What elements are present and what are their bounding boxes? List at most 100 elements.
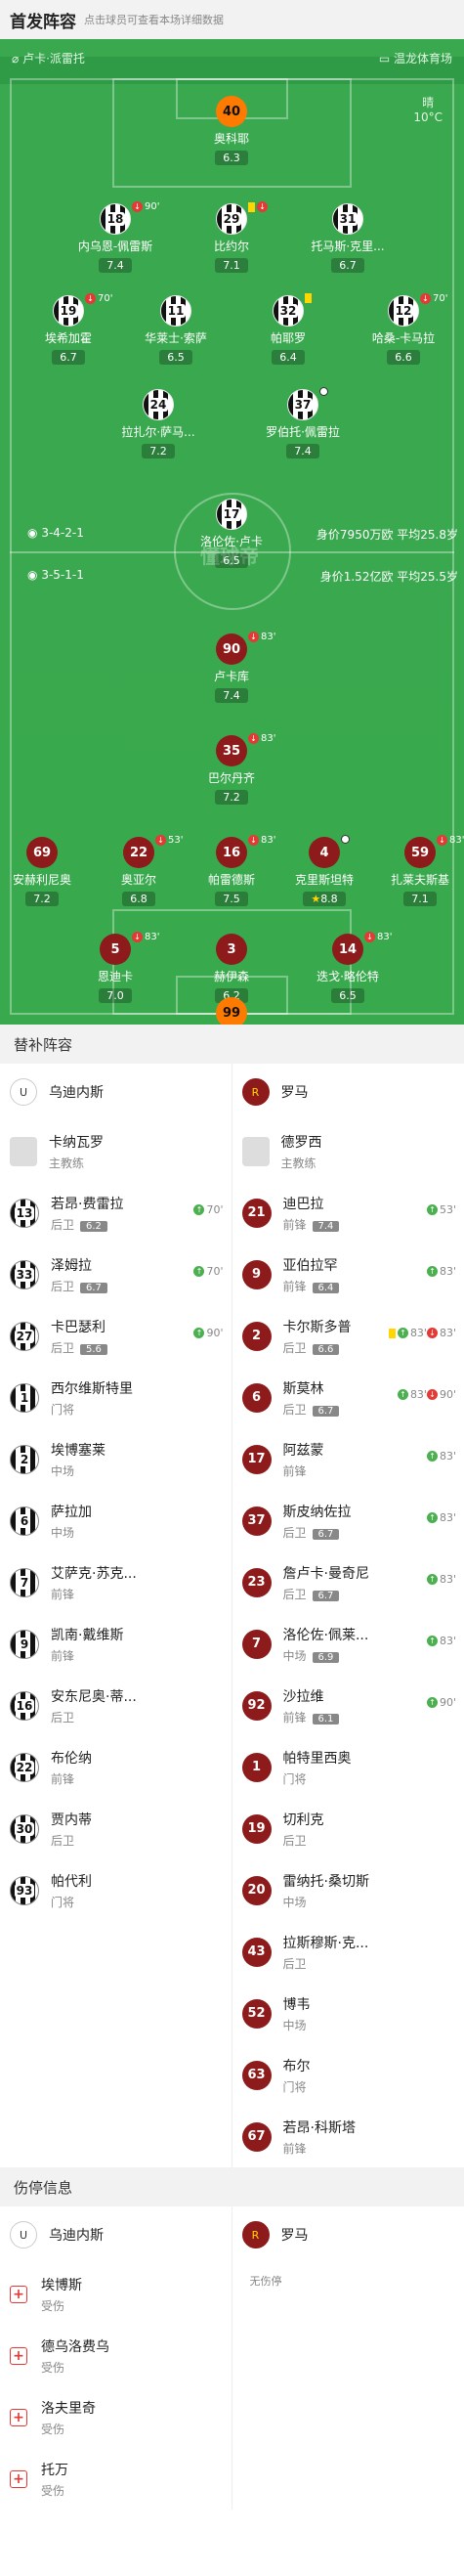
injury-row[interactable]: + 洛夫里奇 受伤 bbox=[0, 2386, 232, 2448]
player-away[interactable]: 16 ↓ 83' 帕雷德斯 7.5 bbox=[178, 835, 285, 906]
player-home[interactable]: 17 洛伦佐·卢卡 6.5 bbox=[178, 499, 285, 568]
sub-row[interactable]: 2 卡尔斯多普 后卫 6.6 ↑ 83' ↓ 83' bbox=[232, 1305, 464, 1367]
away-team-row[interactable]: R 罗马 bbox=[232, 2206, 464, 2263]
player-number-text: 29 bbox=[221, 212, 242, 226]
player-name: 赫伊森 bbox=[213, 970, 249, 983]
sub-row[interactable]: 17 阿兹蒙 前锋 ↑ 83' bbox=[232, 1428, 464, 1490]
sub-in-minute: 83' bbox=[439, 1573, 456, 1586]
away-coach-row[interactable]: 德罗西 主教练 bbox=[232, 1120, 464, 1182]
sub-info: 布伦纳 前锋 bbox=[51, 1748, 92, 1787]
sub-row[interactable]: 52 博韦 中场 bbox=[232, 1983, 464, 2044]
player-number: 31 bbox=[332, 203, 363, 235]
home-coach-row[interactable]: 卡纳瓦罗 主教练 bbox=[0, 1120, 232, 1182]
sub-number: 1 bbox=[10, 1382, 39, 1413]
player-number: 59 bbox=[404, 837, 436, 868]
sub-number: 63 bbox=[241, 2060, 272, 2090]
player-home[interactable]: 29 ↓ 比约尔 7.1 bbox=[178, 201, 285, 273]
player-number: 35 bbox=[216, 735, 247, 766]
sub-row[interactable]: 67 若昂·科斯塔 前锋 bbox=[232, 2106, 464, 2167]
player-away[interactable]: 5 ↓ 83' 恩迪卡 7.0 bbox=[62, 932, 169, 1003]
sub-in-minute: 70' bbox=[206, 1203, 224, 1216]
away-team-row[interactable]: R 罗马 bbox=[232, 1064, 464, 1120]
sub-row[interactable]: 22 布伦纳 前锋 bbox=[0, 1736, 232, 1798]
player-name: 托马斯·克里... bbox=[311, 240, 385, 253]
sub-name: 西尔维斯特里 bbox=[51, 1380, 133, 1397]
player-away[interactable]: 99斯维拉尔7.0 bbox=[178, 997, 285, 1025]
sub-row[interactable]: 7 艾萨克·苏克... 前锋 bbox=[0, 1551, 232, 1613]
sub-position: 前锋 bbox=[51, 1587, 75, 1601]
player-away[interactable]: 35 ↓ 83' 巴尔丹齐 7.2 bbox=[178, 733, 285, 805]
sub-row[interactable]: 43 拉斯穆斯·克... 后卫 bbox=[232, 1921, 464, 1983]
sub-row[interactable]: 2 埃博塞莱 中场 bbox=[0, 1428, 232, 1490]
sub-row[interactable]: 9 亚伯拉罕 前锋 6.4 ↑ 83' bbox=[232, 1244, 464, 1305]
player-number: 69 bbox=[26, 837, 58, 868]
player-name: 埃希加霍 bbox=[44, 331, 92, 345]
injury-row[interactable]: + 托万 受伤 bbox=[0, 2448, 232, 2510]
sub-info: 迪巴拉 前锋 7.4 bbox=[283, 1194, 340, 1233]
sub-number: 13 bbox=[10, 1198, 39, 1228]
sub-row[interactable]: 16 安东尼奥·蒂... 后卫 bbox=[0, 1675, 232, 1736]
injury-row[interactable]: + 德乌洛费乌 受伤 bbox=[0, 2325, 232, 2386]
sub-name: 泽姆拉 bbox=[51, 1257, 92, 1274]
sub-row[interactable]: 1 帕特里西奥 门将 bbox=[232, 1736, 464, 1798]
player-rating-value: 6.3 bbox=[223, 152, 240, 164]
sub-name: 埃博塞莱 bbox=[51, 1442, 105, 1459]
sub-name: 詹卢卡·曼奇尼 bbox=[282, 1565, 369, 1582]
player-home[interactable]: 12 ↓ 70' 哈桑-卡马拉 6.6 bbox=[350, 293, 457, 365]
sub-row[interactable]: 33 泽姆拉 后卫 6.7 ↑ 70' bbox=[0, 1244, 232, 1305]
player-home[interactable]: 11 华莱士·索萨 6.5 bbox=[122, 295, 230, 365]
sub-info: 博韦 中场 bbox=[283, 1994, 311, 2033]
player-home[interactable]: 19 ↓ 70' 埃希加霍 6.7 bbox=[15, 293, 122, 365]
sub-row[interactable]: 9 凯南·戴维斯 前锋 bbox=[0, 1613, 232, 1675]
player-events: ↓ 70' bbox=[420, 293, 447, 304]
sub-row[interactable]: 23 詹卢卡·曼奇尼 后卫 6.7 ↑ 83' bbox=[232, 1551, 464, 1613]
sub-row[interactable]: 93 帕代利 门将 bbox=[0, 1859, 232, 1921]
sub-position: 前锋 bbox=[282, 1217, 307, 1232]
player-away[interactable]: 90 ↓ 83' 卢卡库 7.4 bbox=[178, 632, 285, 703]
player-away[interactable]: 59 ↓ 83' 扎莱夫斯基 7.1 bbox=[366, 835, 464, 906]
sub-row[interactable]: 1 西尔维斯特里 门将 bbox=[0, 1367, 232, 1428]
home-team-row[interactable]: U 乌迪内斯 bbox=[0, 2206, 232, 2263]
player-home[interactable]: 24 拉扎尔·萨马... 7.2 bbox=[105, 389, 212, 458]
player-away[interactable]: 69 安赫利尼奥 7.2 bbox=[0, 837, 96, 906]
sub-row[interactable]: 13 若昂·费雷拉 后卫 6.2 ↑ 70' bbox=[0, 1182, 232, 1244]
player-rating: 6.3 bbox=[215, 151, 248, 165]
player-home[interactable]: 32 帕耶罗 6.4 bbox=[234, 293, 342, 365]
sub-info: 埃博塞莱 中场 bbox=[51, 1440, 105, 1479]
weather: 晴 10°C bbox=[413, 94, 443, 124]
player-home[interactable]: 31 托马斯·克里... 6.7 bbox=[294, 203, 401, 273]
sub-row[interactable]: 21 迪巴拉 前锋 7.4 ↑ 53' bbox=[232, 1182, 464, 1244]
sub-number: 67 bbox=[241, 2121, 272, 2152]
sub-number: 6 bbox=[10, 1506, 39, 1536]
player-home[interactable]: 40 奥科耶 6.3 bbox=[178, 96, 285, 165]
sub-row[interactable]: 19 切利克 后卫 bbox=[232, 1798, 464, 1859]
injury-info: 德乌洛费乌 受伤 bbox=[41, 2336, 109, 2376]
sub-row[interactable]: 6 斯莫林 后卫 6.7 ↑ 83' ↓ 90' bbox=[232, 1367, 464, 1428]
sub-row[interactable]: 63 布尔 门将 bbox=[232, 2044, 464, 2106]
home-team-icon: ◉ bbox=[27, 526, 38, 540]
player-away[interactable]: 3 赫伊森 6.2 bbox=[178, 934, 285, 1003]
sub-info: 凯南·戴维斯 前锋 bbox=[51, 1625, 123, 1664]
sub-out-icon: ↓ bbox=[426, 1328, 438, 1338]
injury-row[interactable]: + 埃博斯 受伤 bbox=[0, 2263, 232, 2325]
sub-row[interactable]: 20 雷纳托·桑切斯 中场 bbox=[232, 1859, 464, 1921]
player-home[interactable]: 18 ↓ 90' 内乌恩-佩雷斯 7.4 bbox=[62, 201, 169, 273]
sub-out-icon: ↓ bbox=[248, 835, 259, 846]
sub-position-line: 后卫 6.7 bbox=[283, 1586, 369, 1602]
sub-minute: 90' bbox=[145, 201, 160, 212]
player-away[interactable]: 4 克里斯坦特 ★8.8 bbox=[271, 835, 378, 906]
sub-row[interactable]: 27 卡巴瑟利 后卫 5.6 ↑ 90' bbox=[0, 1305, 232, 1367]
sub-row[interactable]: 92 沙拉维 前锋 6.1 ↑ 90' bbox=[232, 1675, 464, 1736]
sub-row[interactable]: 6 萨拉加 中场 bbox=[0, 1490, 232, 1551]
sub-row[interactable]: 7 洛伦佐·佩莱... 中场 6.9 ↑ 83' bbox=[232, 1613, 464, 1675]
sub-row[interactable]: 30 贾内蒂 后卫 bbox=[0, 1798, 232, 1859]
player-name: 克里斯坦特 bbox=[294, 873, 354, 887]
player-away[interactable]: 22 ↓ 53' 奥亚尔 6.8 bbox=[85, 835, 192, 906]
player-away[interactable]: 14 ↓ 83' 迭戈·略伦特 6.5 bbox=[294, 932, 401, 1003]
stadium-name: 温龙体育场 bbox=[393, 52, 452, 65]
sub-row[interactable]: 37 斯皮纳佐拉 后卫 6.7 ↑ 83' bbox=[232, 1490, 464, 1551]
player-home[interactable]: 37 罗伯托·佩雷拉 7.4 bbox=[249, 387, 357, 458]
sub-position: 中场 bbox=[51, 1463, 75, 1478]
home-team-row[interactable]: U 乌迪内斯 bbox=[0, 1064, 232, 1120]
sub-rating: 6.7 bbox=[312, 1405, 340, 1417]
